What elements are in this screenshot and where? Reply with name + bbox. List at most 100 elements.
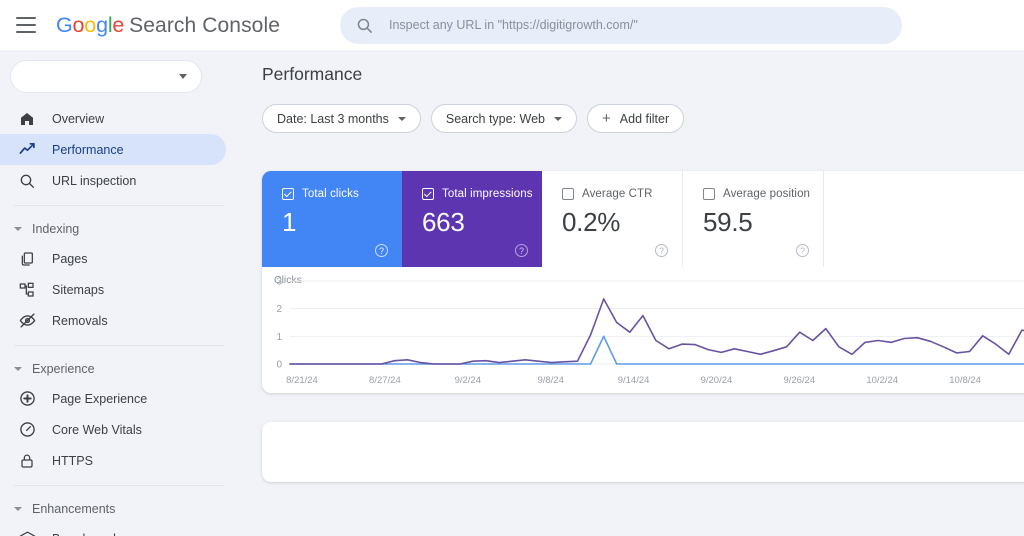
sidebar-item-label: Breadcrumbs xyxy=(52,532,126,536)
metric-label: Total impressions xyxy=(442,188,533,200)
sidebar-item-label: Performance xyxy=(52,142,124,157)
property-selector[interactable] xyxy=(10,60,202,93)
layers-icon xyxy=(18,530,36,536)
add-filter-button[interactable]: + Add filter xyxy=(587,104,685,133)
metric-card-average-ctr[interactable]: Average CTR 0.2% ? xyxy=(542,171,683,267)
product-name: Search Console xyxy=(129,13,280,37)
logo-letter-o2: o xyxy=(84,12,97,37)
main-content: Performance Date: Last 3 months Search t… xyxy=(238,50,1024,536)
svg-text:9/14/24: 9/14/24 xyxy=(618,375,650,386)
chevron-down-icon xyxy=(14,367,22,371)
lock-icon xyxy=(18,452,36,470)
sidebar-item-overview[interactable]: Overview xyxy=(0,103,226,134)
metric-value: 59.5 xyxy=(703,207,753,237)
svg-text:1: 1 xyxy=(276,332,282,343)
sidebar-divider xyxy=(14,345,224,346)
sidebar: Overview Performance URL inspection Inde… xyxy=(0,50,238,536)
metric-card-average-position[interactable]: Average position 59.5 ? xyxy=(683,171,824,267)
sidebar-item-removals[interactable]: Removals xyxy=(0,305,226,336)
logo-letter-e: e xyxy=(112,12,125,37)
checkbox-total-impressions[interactable] xyxy=(422,188,434,200)
sidebar-divider xyxy=(14,205,224,206)
sidebar-item-label: Pages xyxy=(52,251,88,266)
sidebar-group-enhancements[interactable]: Enhancements xyxy=(0,495,238,523)
metric-card-total-clicks[interactable]: Total clicks 1 ? xyxy=(262,171,402,267)
sitemap-icon xyxy=(18,281,36,299)
metric-header: Average position xyxy=(703,188,823,200)
help-icon[interactable]: ? xyxy=(655,244,668,257)
sidebar-item-sitemaps[interactable]: Sitemaps xyxy=(0,274,226,305)
svg-text:10/2/24: 10/2/24 xyxy=(866,375,898,386)
metric-value: 1 xyxy=(282,207,297,237)
svg-text:0: 0 xyxy=(276,360,282,371)
svg-text:8/27/24: 8/27/24 xyxy=(369,375,401,386)
chevron-down-icon xyxy=(554,116,563,121)
sidebar-group-indexing[interactable]: Indexing xyxy=(0,215,238,243)
page-title: Performance xyxy=(262,64,363,84)
metric-card-total-impressions[interactable]: Total impressions 663 ? xyxy=(402,171,542,267)
filter-bar: Date: Last 3 months Search type: Web + A… xyxy=(262,104,1024,133)
svg-text:8/21/24: 8/21/24 xyxy=(286,375,318,386)
help-icon[interactable]: ? xyxy=(515,244,528,257)
help-icon[interactable]: ? xyxy=(796,244,809,257)
search-console-app: Google Search Console Inspect any URL in… xyxy=(0,0,1024,536)
sidebar-item-core-web-vitals[interactable]: Core Web Vitals xyxy=(0,414,226,445)
sidebar-item-label: Overview xyxy=(52,111,105,126)
sidebar-item-performance[interactable]: Performance xyxy=(0,134,226,165)
checkbox-average-position[interactable] xyxy=(703,188,715,200)
secondary-card xyxy=(262,422,1024,482)
sidebar-group-label: Experience xyxy=(32,362,95,376)
chevron-down-icon xyxy=(14,507,22,511)
date-filter-label: Date: Last 3 months xyxy=(277,111,389,126)
metric-header: Total clicks xyxy=(282,188,402,200)
sidebar-item-label: Sitemaps xyxy=(52,282,105,297)
date-filter-chip[interactable]: Date: Last 3 months xyxy=(262,104,421,133)
add-filter-label: Add filter xyxy=(619,111,670,126)
performance-chart[interactable]: Clicks 0 1 2 3 8/21/24 8/27/24 9/2/24 9/8/24 9/1… xyxy=(262,267,1024,393)
sidebar-item-label: HTTPS xyxy=(52,453,93,468)
sidebar-item-label: Removals xyxy=(52,313,108,328)
logo-letter-G: G xyxy=(56,12,73,37)
checkbox-total-clicks[interactable] xyxy=(282,188,294,200)
metric-header: Average CTR xyxy=(562,188,682,200)
url-inspection-search-bar[interactable]: Inspect any URL in "https://digitigrowth… xyxy=(340,6,902,44)
performance-card: Total clicks 1 ? Total impressions 663 ? xyxy=(262,171,1024,393)
checkbox-average-ctr[interactable] xyxy=(562,188,574,200)
svg-text:9/26/24: 9/26/24 xyxy=(783,375,815,386)
metric-label: Average CTR xyxy=(582,188,653,200)
sidebar-group-label: Enhancements xyxy=(32,502,116,516)
metric-cards: Total clicks 1 ? Total impressions 663 ? xyxy=(262,171,1024,267)
page-experience-icon xyxy=(18,390,36,408)
logo-letter-g: g xyxy=(96,12,108,37)
sidebar-item-label: URL inspection xyxy=(52,173,137,188)
help-icon[interactable]: ? xyxy=(375,244,388,257)
search-type-filter-chip[interactable]: Search type: Web xyxy=(430,104,578,133)
sidebar-divider xyxy=(14,485,224,486)
metric-label: Total clicks xyxy=(302,188,359,200)
home-icon xyxy=(18,110,36,128)
trending-up-icon xyxy=(18,141,36,159)
sidebar-nav: Overview Performance URL inspection Inde… xyxy=(0,103,238,536)
chevron-down-icon xyxy=(14,227,22,231)
brand-logo: Google Search Console xyxy=(56,13,280,38)
sidebar-item-pages[interactable]: Pages xyxy=(0,243,226,274)
metric-value: 0.2% xyxy=(562,207,621,237)
sidebar-item-breadcrumbs[interactable]: Breadcrumbs xyxy=(0,523,226,536)
search-input-placeholder: Inspect any URL in "https://digitigrowth… xyxy=(389,18,638,32)
hamburger-menu-icon[interactable] xyxy=(16,17,36,33)
sidebar-item-https[interactable]: HTTPS xyxy=(0,445,226,476)
metric-value: 663 xyxy=(422,207,465,237)
chart-svg: 0 1 2 3 8/21/24 8/27/24 9/2/24 9/8/24 9/14/24 9/2… xyxy=(276,277,1024,386)
chevron-down-icon xyxy=(179,74,187,79)
sidebar-item-url-inspection[interactable]: URL inspection xyxy=(0,165,226,196)
plus-icon: + xyxy=(602,110,611,127)
search-type-filter-label: Search type: Web xyxy=(445,111,546,126)
search-icon xyxy=(357,18,373,33)
sidebar-item-page-experience[interactable]: Page Experience xyxy=(0,383,226,414)
sidebar-group-label: Indexing xyxy=(32,222,80,236)
svg-text:3: 3 xyxy=(276,277,282,288)
sidebar-item-label: Core Web Vitals xyxy=(52,422,142,437)
sidebar-group-experience[interactable]: Experience xyxy=(0,355,238,383)
svg-text:9/20/24: 9/20/24 xyxy=(701,375,733,386)
svg-text:2: 2 xyxy=(276,304,282,315)
